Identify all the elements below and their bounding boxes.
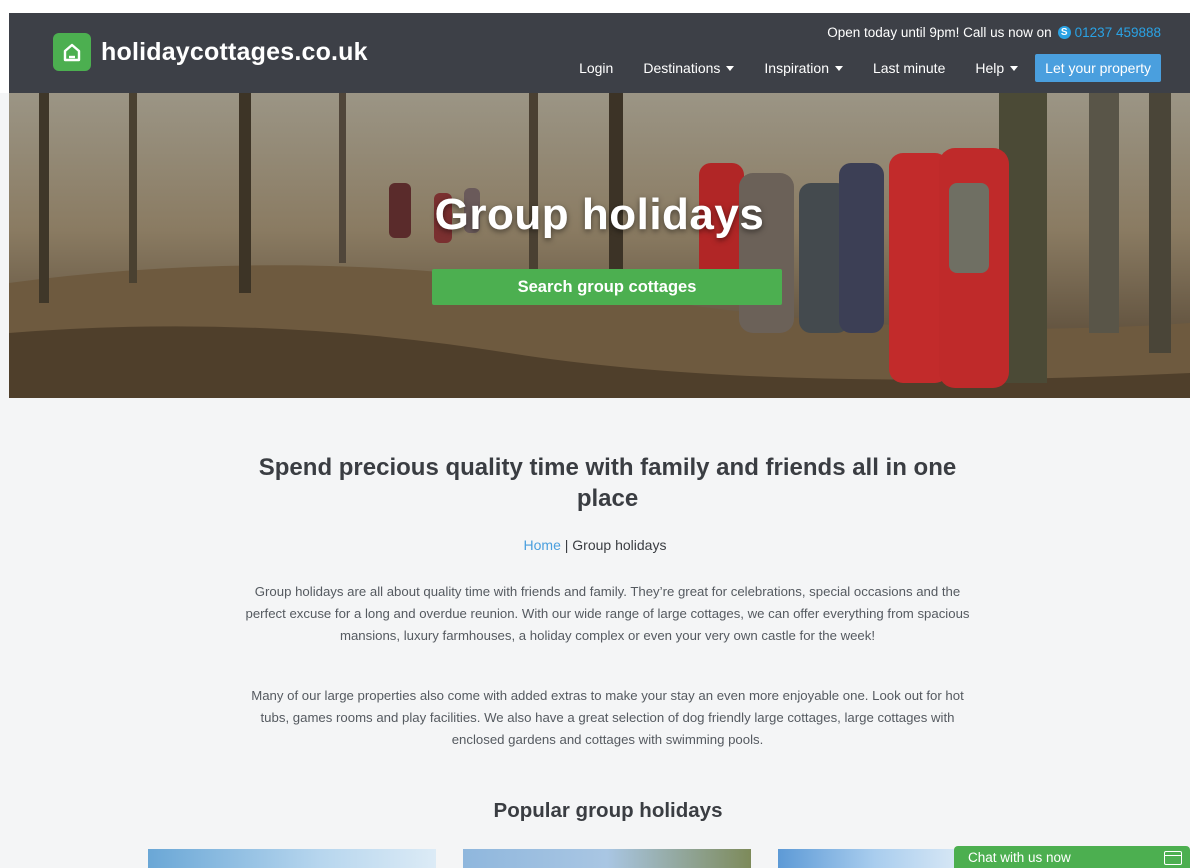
logo-text: holidaycottages.co.uk bbox=[101, 37, 368, 66]
intro-paragraph-1: Group holidays are all about quality tim… bbox=[245, 584, 970, 643]
main-nav: Login Destinations Inspiration Last minu… bbox=[549, 54, 1161, 82]
nav-inspiration[interactable]: Inspiration bbox=[764, 60, 843, 76]
hero-image bbox=[9, 93, 1190, 398]
hero-banner: Group holidays Search group cottages bbox=[9, 93, 1190, 398]
popular-card-image-3[interactable] bbox=[778, 849, 954, 868]
opening-hours-text: Open today until 9pm! Call us now on bbox=[827, 25, 1052, 40]
nav-last-minute[interactable]: Last minute bbox=[873, 60, 945, 76]
chat-label: Chat with us now bbox=[968, 849, 1071, 865]
let-your-property-button[interactable]: Let your property bbox=[1035, 54, 1161, 82]
breadcrumb-current: Group holidays bbox=[572, 537, 667, 553]
nav-help-label: Help bbox=[975, 60, 1005, 76]
house-icon bbox=[53, 33, 91, 71]
popular-card-image-1[interactable] bbox=[148, 849, 436, 868]
nav-help[interactable]: Help bbox=[975, 60, 1019, 76]
nav-inspiration-label: Inspiration bbox=[764, 60, 829, 76]
nav-login[interactable]: Login bbox=[579, 60, 613, 76]
chevron-down-icon bbox=[834, 65, 843, 71]
breadcrumb-home-link[interactable]: Home bbox=[524, 537, 561, 553]
phone-number-link[interactable]: 01237 459888 bbox=[1075, 25, 1161, 40]
popular-heading: Popular group holidays bbox=[493, 799, 723, 822]
chevron-down-icon bbox=[726, 65, 735, 71]
skype-icon: S bbox=[1057, 26, 1071, 39]
nav-last-minute-label: Last minute bbox=[872, 60, 946, 76]
intro-paragraph-2: Many of our large properties also come w… bbox=[251, 688, 964, 747]
site-logo[interactable]: holidaycottages.co.uk bbox=[53, 33, 368, 71]
chat-window-icon bbox=[1164, 851, 1182, 865]
site-header: holidaycottages.co.uk Open today until 9… bbox=[0, 0, 1190, 93]
nav-destinations-label: Destinations bbox=[643, 60, 721, 76]
popular-card-image-2[interactable] bbox=[463, 849, 751, 868]
breadcrumb-separator: | bbox=[564, 537, 569, 553]
chat-widget-button[interactable]: Chat with us now bbox=[954, 846, 1190, 868]
contact-line: Open today until 9pm! Call us now on S 0… bbox=[827, 25, 1161, 40]
intro-heading: Spend precious quality time with family … bbox=[258, 454, 957, 512]
chevron-down-icon bbox=[1010, 65, 1019, 71]
search-group-cottages-button[interactable]: Search group cottages bbox=[432, 269, 782, 305]
nav-login-label: Login bbox=[579, 60, 614, 76]
header-bar: holidaycottages.co.uk Open today until 9… bbox=[9, 13, 1190, 93]
nav-destinations[interactable]: Destinations bbox=[643, 60, 735, 76]
hero-title: Group holidays bbox=[434, 190, 765, 239]
breadcrumb: Home | Group holidays bbox=[0, 537, 1190, 553]
